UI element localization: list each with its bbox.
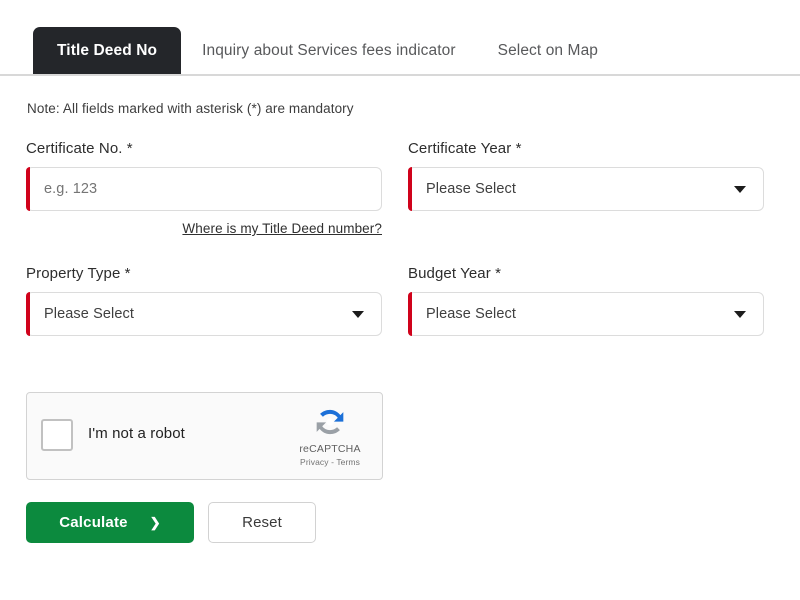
mandatory-fields-note: Note: All fields marked with asterisk (*… [27, 101, 354, 116]
calculate-button[interactable]: Calculate ❯ [26, 502, 194, 543]
recaptcha-circular-arrows-icon [316, 409, 344, 435]
recaptcha-checkbox[interactable] [41, 419, 73, 451]
field-property-type: Property Type * Please Select [26, 265, 382, 336]
budget-year-label: Budget Year * [408, 265, 502, 282]
tab-list: Title Deed No Inquiry about Services fee… [33, 27, 619, 74]
certificate-year-label: Certificate Year * [408, 140, 522, 157]
recaptcha-brand-name: reCAPTCHA [299, 443, 361, 455]
certificate-no-label: Certificate No. * [26, 140, 133, 157]
field-certificate-year: Certificate Year * Please Select [408, 140, 764, 211]
form-actions: Calculate ❯ Reset [26, 502, 316, 543]
reset-button[interactable]: Reset [208, 502, 316, 543]
budget-year-select[interactable]: Please Select [408, 292, 764, 336]
property-type-select[interactable]: Please Select [26, 292, 382, 336]
where-is-my-title-deed-link[interactable]: Where is my Title Deed number? [26, 221, 382, 236]
recaptcha-label: I'm not a robot [88, 425, 185, 442]
property-type-label: Property Type * [26, 265, 131, 282]
budget-year-selected-value: Please Select [426, 306, 516, 322]
fee-calculator-page: Title Deed No Inquiry about Services fee… [0, 0, 800, 600]
calculate-button-label: Calculate [59, 514, 128, 531]
fee-calculation-form: Certificate No. * Where is my Title Deed… [0, 140, 800, 365]
certificate-no-input[interactable] [27, 168, 381, 210]
tab-bar: Title Deed No Inquiry about Services fee… [0, 27, 800, 76]
field-certificate-no: Certificate No. * Where is my Title Deed… [26, 140, 382, 236]
field-budget-year: Budget Year * Please Select [408, 265, 764, 336]
tab-label: Inquiry about Services fees indicator [202, 41, 456, 59]
tab-inquiry-services-fees[interactable]: Inquiry about Services fees indicator [181, 27, 477, 74]
certificate-year-selected-value: Please Select [426, 181, 516, 197]
chevron-down-icon [734, 186, 746, 193]
recaptcha-branding: reCAPTCHA Privacy - Terms [288, 402, 372, 468]
certificate-no-input-wrapper[interactable] [26, 167, 382, 211]
tab-label: Select on Map [497, 41, 599, 59]
form-row-2: Property Type * Please Select Budget Yea… [0, 265, 800, 365]
reset-button-label: Reset [242, 514, 282, 531]
tab-title-deed-no[interactable]: Title Deed No [33, 27, 182, 74]
tab-label: Title Deed No [57, 41, 158, 59]
chevron-down-icon [352, 311, 364, 318]
certificate-year-select[interactable]: Please Select [408, 167, 764, 211]
chevron-right-icon: ❯ [149, 515, 161, 530]
form-row-1: Certificate No. * Where is my Title Deed… [0, 140, 800, 265]
property-type-selected-value: Please Select [44, 306, 134, 322]
tab-select-on-map[interactable]: Select on Map [477, 27, 619, 74]
recaptcha-widget[interactable]: I'm not a robot reCAPTCHA Privacy - Term… [26, 392, 383, 480]
recaptcha-legal-links[interactable]: Privacy - Terms [288, 456, 372, 468]
chevron-down-icon [734, 311, 746, 318]
